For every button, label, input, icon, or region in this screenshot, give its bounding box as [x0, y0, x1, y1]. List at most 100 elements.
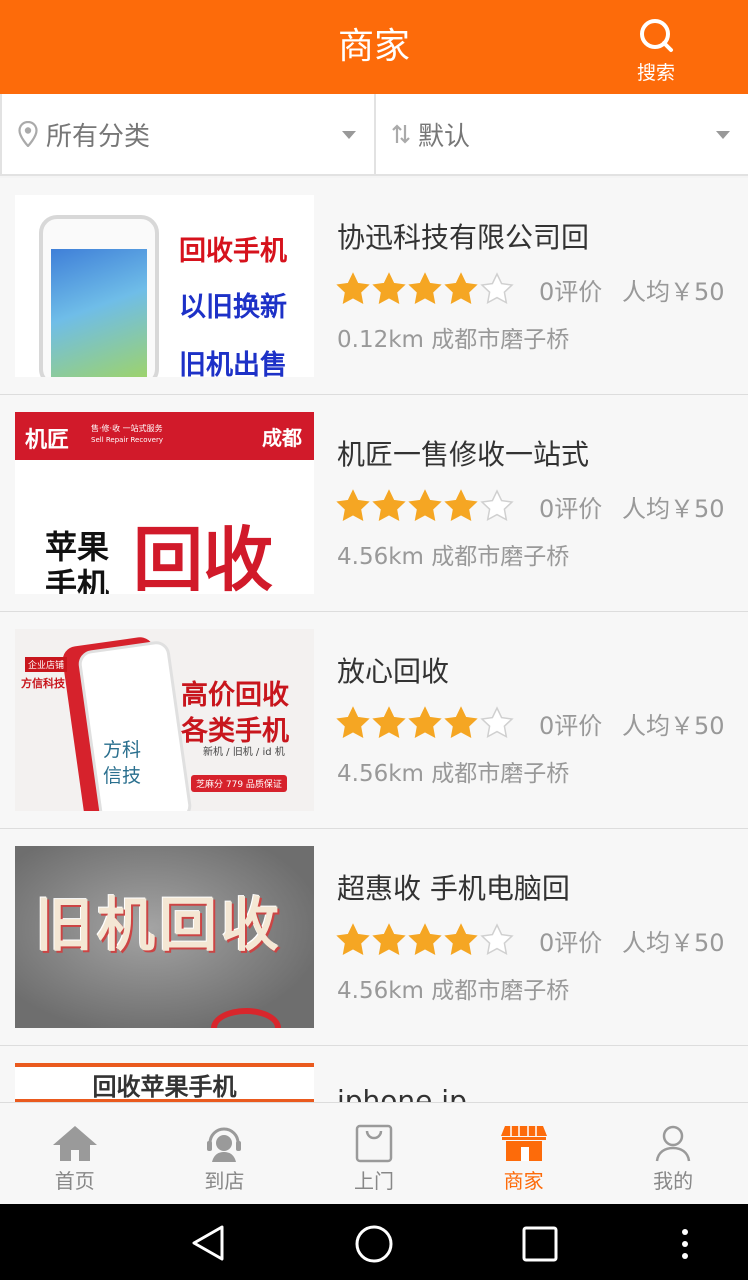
store-list-item[interactable]: 机匠 售·修·收 一站式服务 Sell Repair Recovery 成都 苹…: [0, 395, 748, 612]
store-name: 放心回收: [337, 655, 450, 688]
phone-image: [39, 215, 159, 377]
thumb-text: 售·修·收 一站式服务: [91, 424, 163, 433]
sort-icon: [392, 123, 410, 145]
star-empty-icon: [480, 706, 514, 738]
store-list: 回收手机 以旧换新 旧机出售 协迅科技有限公司回 0评价 人均￥50 0.12k…: [0, 178, 748, 1102]
store-location: 0.12km 成都市磨子桥: [337, 327, 570, 353]
home-circle-icon[interactable]: [354, 1224, 394, 1264]
category-filter[interactable]: 所有分类: [2, 94, 374, 174]
more-vertical-icon[interactable]: [680, 1228, 690, 1260]
average-price: 人均￥50: [622, 495, 725, 523]
tab-label: 上门: [353, 1169, 394, 1193]
store-thumbnail: 企业店铺 方信科技 方科 信技 高价回收 各类手机 新机 / 旧机 / id 机…: [15, 629, 314, 811]
bottom-tab-bar: 首页 到店 上门 商家 我的: [0, 1102, 748, 1204]
store-list-item[interactable]: 企业店铺 方信科技 方科 信技 高价回收 各类手机 新机 / 旧机 / id 机…: [0, 612, 748, 829]
thumb-text: 机匠: [25, 428, 70, 453]
store-thumbnail: 机匠 售·修·收 一站式服务 Sell Repair Recovery 成都 苹…: [15, 412, 314, 594]
store-name: iphone.ip: [337, 1084, 467, 1102]
thumb-decoration: [211, 1008, 281, 1028]
star-rating: [336, 706, 516, 739]
thumb-text: 方信科技: [21, 677, 65, 690]
thumb-text: 以旧换新: [179, 292, 287, 323]
tab-door-to-door[interactable]: 上门: [299, 1103, 449, 1204]
search-button[interactable]: 搜索: [626, 18, 686, 85]
store-thumbnail: 回收苹果手机: [15, 1063, 314, 1102]
store-list-item[interactable]: 旧机回收 超惠收 手机电脑回 0评价 人均￥50 4.56km 成都市磨子桥: [0, 829, 748, 1046]
star-filled-icon: [444, 706, 478, 738]
store-location: 4.56km 成都市磨子桥: [337, 544, 570, 570]
store-thumbnail: 回收手机 以旧换新 旧机出售: [15, 195, 314, 377]
tab-home[interactable]: 首页: [0, 1103, 150, 1204]
thumb-text: 信技: [103, 765, 142, 787]
store-list-item[interactable]: 回收手机 以旧换新 旧机出售 协迅科技有限公司回 0评价 人均￥50 0.12k…: [0, 178, 748, 395]
sort-filter[interactable]: 默认: [374, 94, 748, 174]
store-location: 4.56km 成都市磨子桥: [337, 978, 570, 1004]
star-rating: [336, 923, 516, 956]
back-icon[interactable]: [190, 1224, 226, 1262]
star-filled-icon: [372, 272, 406, 304]
star-empty-icon: [480, 923, 514, 955]
store-location: 4.56km 成都市磨子桥: [337, 761, 570, 787]
star-filled-icon: [372, 706, 406, 738]
thumb-text: 方科: [103, 739, 142, 761]
thumb-text: 高价回收: [181, 680, 289, 711]
store-name: 机匠一售修收一站式: [337, 438, 590, 471]
thumb-text: 回收苹果手机: [15, 1067, 314, 1101]
star-filled-icon: [336, 706, 370, 738]
star-empty-icon: [480, 489, 514, 521]
store-name: 超惠收 手机电脑回: [337, 872, 570, 905]
star-empty-icon: [480, 272, 514, 304]
star-filled-icon: [372, 923, 406, 955]
thumb-text: 回收手机: [179, 236, 287, 267]
star-rating: [336, 272, 516, 305]
review-count: 0评价: [539, 712, 603, 740]
average-price: 人均￥50: [622, 929, 725, 957]
user-icon: [655, 1125, 691, 1162]
store-name: 协迅科技有限公司回: [337, 221, 590, 254]
store-thumbnail: 旧机回收: [15, 846, 314, 1028]
star-filled-icon: [444, 272, 478, 304]
review-count: 0评价: [539, 278, 603, 306]
star-filled-icon: [444, 923, 478, 955]
thumb-text: 回收: [133, 519, 273, 594]
star-filled-icon: [336, 923, 370, 955]
star-filled-icon: [408, 706, 442, 738]
service-icon: [207, 1127, 242, 1162]
tab-profile[interactable]: 我的: [598, 1103, 748, 1204]
location-pin-icon: [18, 121, 38, 147]
star-filled-icon: [372, 489, 406, 521]
star-rating: [336, 489, 516, 522]
thumb-text: 新机 / 旧机 / id 机: [203, 747, 285, 758]
category-filter-label: 所有分类: [46, 121, 151, 152]
thumb-text: 成都: [262, 426, 302, 450]
search-label: 搜索: [636, 62, 675, 84]
star-filled-icon: [336, 272, 370, 304]
star-filled-icon: [408, 272, 442, 304]
recents-icon[interactable]: [522, 1226, 558, 1262]
bag-icon: [355, 1124, 393, 1163]
tab-merchants[interactable]: 商家: [449, 1103, 599, 1204]
thumb-text: 旧机回收: [35, 891, 284, 959]
thumb-text: 手机: [45, 566, 110, 594]
chevron-down-icon: [342, 131, 356, 139]
tab-label: 我的: [653, 1169, 694, 1193]
thumb-text: 芝麻分 779 品质保证: [191, 775, 287, 792]
tab-in-store[interactable]: 到店: [150, 1103, 300, 1204]
star-filled-icon: [444, 489, 478, 521]
tab-label: 商家: [503, 1169, 544, 1193]
shop-icon: [500, 1126, 547, 1161]
average-price: 人均￥50: [622, 712, 725, 740]
search-icon: [640, 19, 673, 52]
top-app-bar: 商家 搜索: [0, 0, 748, 94]
review-count: 0评价: [539, 929, 603, 957]
sort-filter-label: 默认: [418, 121, 471, 152]
tab-label: 首页: [54, 1169, 95, 1193]
star-filled-icon: [408, 923, 442, 955]
system-navigation-bar: [0, 1204, 748, 1280]
average-price: 人均￥50: [622, 278, 725, 306]
chevron-down-icon: [716, 131, 730, 139]
star-filled-icon: [408, 489, 442, 521]
review-count: 0评价: [539, 495, 603, 523]
filter-bar: 所有分类 默认: [0, 94, 748, 176]
store-list-item[interactable]: 回收苹果手机 iphone.ip: [0, 1046, 748, 1102]
